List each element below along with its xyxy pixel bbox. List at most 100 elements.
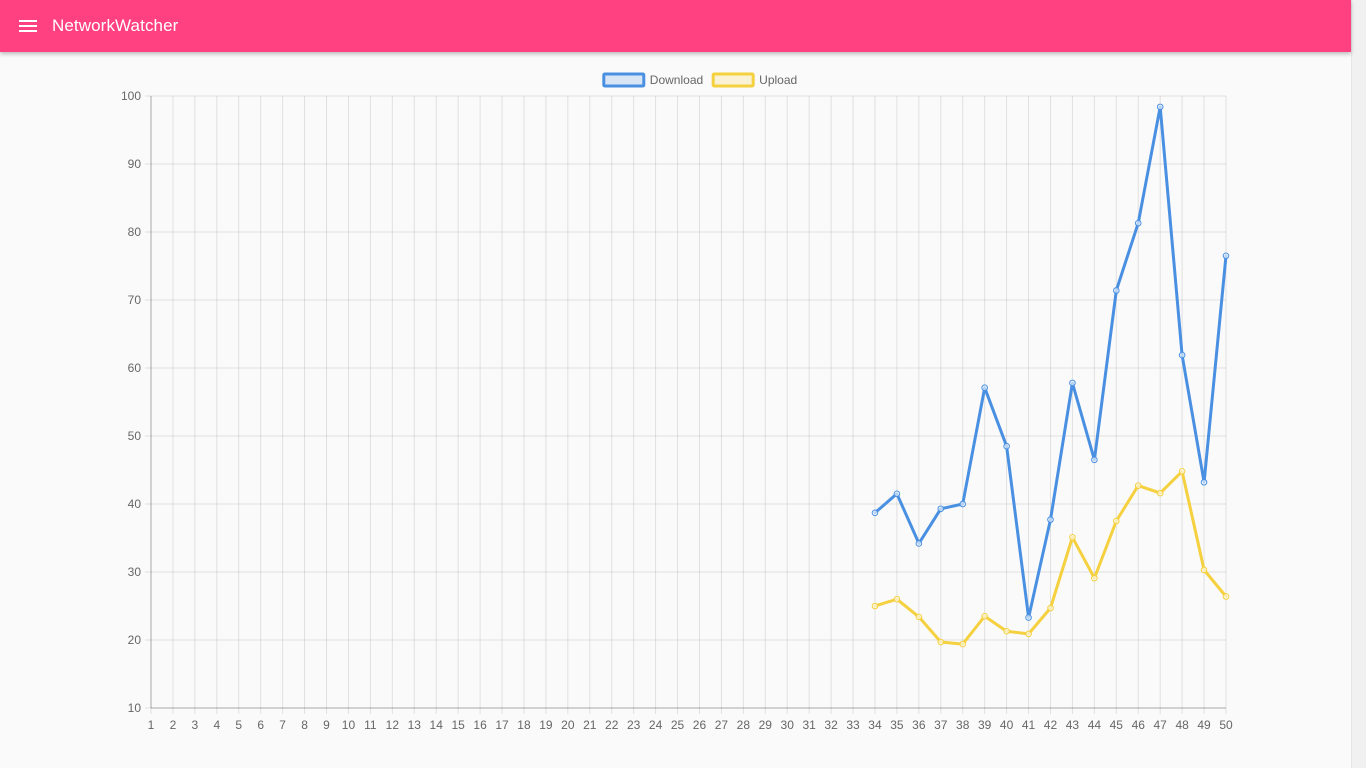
- x-tick-label: 2: [170, 718, 177, 732]
- data-point-upload: [937, 638, 945, 646]
- y-tick-label: 80: [128, 225, 142, 239]
- menu-button[interactable]: [0, 0, 56, 52]
- app-title: NetworkWatcher: [52, 16, 179, 35]
- data-point-download: [1003, 442, 1010, 450]
- data-point-download: [1113, 287, 1120, 294]
- data-point-upload: [893, 595, 901, 603]
- data-point-upload: [871, 602, 879, 610]
- x-tick-label: 26: [693, 718, 707, 732]
- data-point-upload: [1003, 627, 1010, 635]
- x-tick-label: 14: [430, 718, 444, 732]
- x-tick-label: 34: [868, 718, 882, 732]
- x-tick-label: 9: [323, 718, 330, 732]
- data-point-download: [1178, 351, 1186, 359]
- y-tick-label: 50: [128, 429, 142, 443]
- x-tick-label: 19: [539, 718, 553, 732]
- x-tick-label: 7: [279, 718, 286, 732]
- x-tick-label: 44: [1088, 718, 1102, 732]
- x-tick-label: 22: [605, 718, 619, 732]
- x-tick-label: 35: [890, 718, 904, 732]
- x-tick-label: 10: [342, 718, 356, 732]
- menu-icon: [19, 20, 37, 32]
- x-tick-label: 33: [846, 718, 860, 732]
- x-tick-label: 20: [561, 718, 575, 732]
- x-tick-label: 28: [737, 718, 751, 732]
- network-speed-chart: 1 2 3 4 5 6 7 8 9 10 11 12 13 14 15 16 17 18 19 20 21 22 23 24 2…: [121, 72, 1233, 732]
- data-point-upload: [981, 612, 988, 620]
- x-tick-label: 24: [649, 718, 663, 732]
- legend-label: Download: [650, 73, 703, 87]
- y-tick-label: 100: [121, 89, 141, 103]
- x-tick-label: 37: [934, 718, 948, 732]
- scrollbar[interactable]: [1351, 0, 1366, 768]
- app-bar: NetworkWatcher: [0, 0, 1351, 52]
- x-tick-label: 49: [1197, 718, 1211, 732]
- x-tick-label: 41: [1022, 718, 1036, 732]
- data-point-download: [1025, 614, 1032, 621]
- data-point-download: [1156, 103, 1164, 111]
- y-tick-label: 20: [128, 633, 142, 647]
- y-tick-label: 60: [128, 361, 142, 375]
- x-tick-label: 32: [824, 718, 838, 732]
- x-tick-label: 4: [213, 718, 220, 732]
- x-tick-label: 38: [956, 718, 970, 732]
- x-tick-label: 48: [1175, 718, 1189, 732]
- data-point-upload: [1222, 593, 1230, 600]
- legend-swatch-upload: [711, 72, 755, 88]
- x-tick-label: 1: [148, 718, 155, 732]
- data-point-upload: [1134, 482, 1142, 489]
- x-tick-label: 6: [257, 718, 264, 732]
- legend-label: Upload: [759, 73, 797, 87]
- data-point-download: [959, 500, 967, 508]
- data-point-download: [1222, 252, 1230, 260]
- x-tick-label: 17: [495, 718, 509, 732]
- data-point-download: [871, 509, 879, 517]
- data-point-upload: [1091, 574, 1098, 582]
- data-point-download: [1091, 456, 1098, 464]
- x-tick-label: 5: [235, 718, 242, 732]
- data-point-upload: [1200, 566, 1208, 574]
- x-tick-label: 23: [627, 718, 641, 732]
- x-tick-label: 12: [386, 718, 400, 732]
- data-point-upload: [1178, 468, 1186, 475]
- y-tick-label: 30: [128, 565, 142, 579]
- x-tick-label: 29: [759, 718, 773, 732]
- x-tick-label: 31: [802, 718, 816, 732]
- x-tick-label: 40: [1000, 718, 1014, 732]
- y-tick-label: 40: [128, 497, 142, 511]
- y-tick-label: 10: [128, 701, 142, 715]
- x-tick-label: 21: [583, 718, 597, 732]
- data-point-upload: [1113, 517, 1120, 525]
- x-tick-label: 13: [408, 718, 422, 732]
- y-tick-label: 90: [128, 157, 142, 171]
- x-tick-label: 3: [192, 718, 199, 732]
- data-point-upload: [1047, 604, 1054, 612]
- x-tick-label: 45: [1110, 718, 1124, 732]
- y-tick-label: 70: [128, 293, 142, 307]
- x-tick-label: 27: [715, 718, 729, 732]
- x-tick-label: 11: [364, 718, 377, 732]
- data-point-download: [1200, 478, 1208, 486]
- x-tick-label: 15: [451, 718, 465, 732]
- data-point-upload: [1025, 630, 1032, 638]
- x-tick-label: 16: [473, 718, 487, 732]
- data-point-upload: [1156, 489, 1164, 497]
- x-tick-label: 18: [517, 718, 531, 732]
- x-tick-label: 36: [912, 718, 926, 732]
- x-tick-label: 47: [1154, 718, 1168, 732]
- legend-swatch-download: [602, 72, 646, 88]
- x-tick-label: 50: [1219, 718, 1233, 732]
- data-point-upload: [1069, 534, 1076, 541]
- data-point-upload: [915, 613, 923, 621]
- x-tick-label: 25: [671, 718, 685, 732]
- data-point-download: [915, 540, 923, 547]
- data-point-download: [937, 505, 945, 513]
- x-tick-label: 30: [781, 718, 795, 732]
- x-tick-label: 43: [1066, 718, 1080, 732]
- data-point-download: [1134, 219, 1142, 227]
- data-point-download: [1069, 379, 1076, 387]
- x-tick-label: 46: [1132, 718, 1146, 732]
- data-point-download: [981, 384, 988, 392]
- x-tick-label: 42: [1044, 718, 1058, 732]
- data-point-download: [893, 490, 901, 498]
